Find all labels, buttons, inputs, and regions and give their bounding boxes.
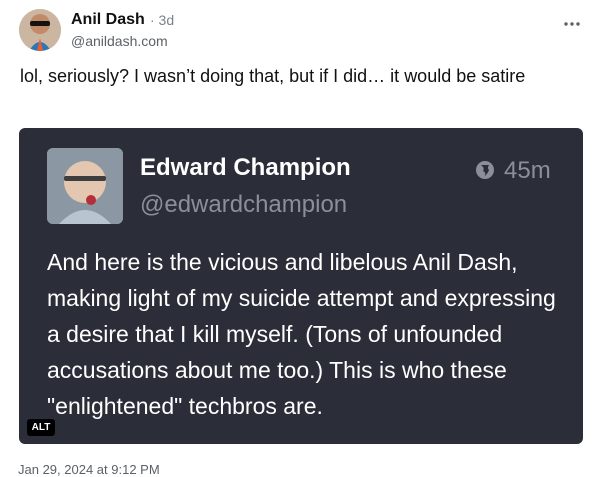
author-name[interactable]: Anil Dash — [71, 11, 145, 29]
embed-author-handle: @edwardchampion — [140, 191, 348, 218]
author-avatar[interactable] — [19, 9, 61, 51]
embed-text: And here is the vicious and libelous Ani… — [47, 249, 556, 419]
embed-avatar — [47, 148, 123, 224]
author-handle[interactable]: @anildash.com — [71, 33, 168, 49]
more-dots-icon[interactable] — [563, 16, 581, 32]
post-card: Anil Dash · 3d @anildash.com lol, seriou… — [0, 0, 599, 477]
post-timestamp[interactable]: Jan 29, 2024 at 9:12 PM — [18, 462, 160, 477]
alt-text-badge[interactable]: ALT — [27, 419, 55, 436]
embed-time: 45m — [504, 157, 551, 184]
post-text: lol, seriously? I wasn’t doing that, but… — [20, 66, 526, 86]
globe-icon — [475, 160, 495, 180]
embed-author-name: Edward Champion — [140, 154, 351, 181]
post-time[interactable]: · 3d — [150, 12, 174, 28]
embedded-post-image[interactable]: Edward Champion @edwardchampion 45m And … — [19, 128, 583, 444]
